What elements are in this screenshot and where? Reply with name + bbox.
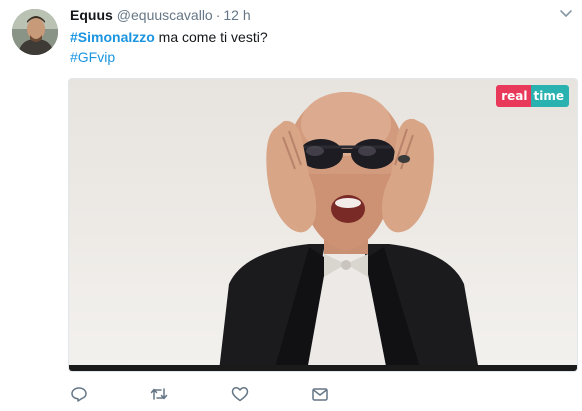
reply-icon bbox=[70, 385, 88, 403]
realtime-logo: real time bbox=[496, 85, 569, 107]
chevron-down-icon[interactable] bbox=[559, 6, 573, 20]
separator: · bbox=[215, 7, 221, 23]
direct-message-button[interactable] bbox=[311, 385, 329, 403]
tweet-text-body: ma come ti vesti? bbox=[154, 29, 268, 45]
tweet-header: Equus @equuscavallo · 12 h bbox=[70, 6, 251, 24]
tweet: Equus @equuscavallo · 12 h #SimonaIzzo ma c… bbox=[0, 0, 582, 411]
tweet-text-line2: #GFvip bbox=[70, 48, 115, 66]
tweet-actions bbox=[70, 385, 370, 405]
logo-part-real: real bbox=[496, 85, 531, 107]
gif-frame-image bbox=[69, 79, 577, 371]
hashtag-link[interactable]: #GFvip bbox=[70, 49, 115, 65]
tweet-time[interactable]: 12 h bbox=[223, 7, 250, 23]
author-name[interactable]: Equus bbox=[70, 7, 113, 23]
like-button[interactable] bbox=[231, 385, 249, 403]
avatar[interactable] bbox=[12, 9, 58, 55]
heart-icon bbox=[231, 385, 249, 403]
media-gif[interactable]: real time bbox=[68, 78, 578, 372]
hashtag-link[interactable]: #SimonaIzzo bbox=[70, 29, 155, 45]
video-progress-bar bbox=[69, 365, 577, 371]
retweet-button[interactable] bbox=[150, 385, 168, 403]
envelope-icon bbox=[311, 385, 329, 403]
tweet-text: #SimonaIzzo ma come ti vesti? bbox=[70, 28, 268, 46]
logo-part-time: time bbox=[530, 85, 569, 107]
reply-button[interactable] bbox=[70, 385, 88, 403]
author-handle[interactable]: @equuscavallo bbox=[117, 7, 213, 23]
retweet-icon bbox=[150, 385, 168, 403]
